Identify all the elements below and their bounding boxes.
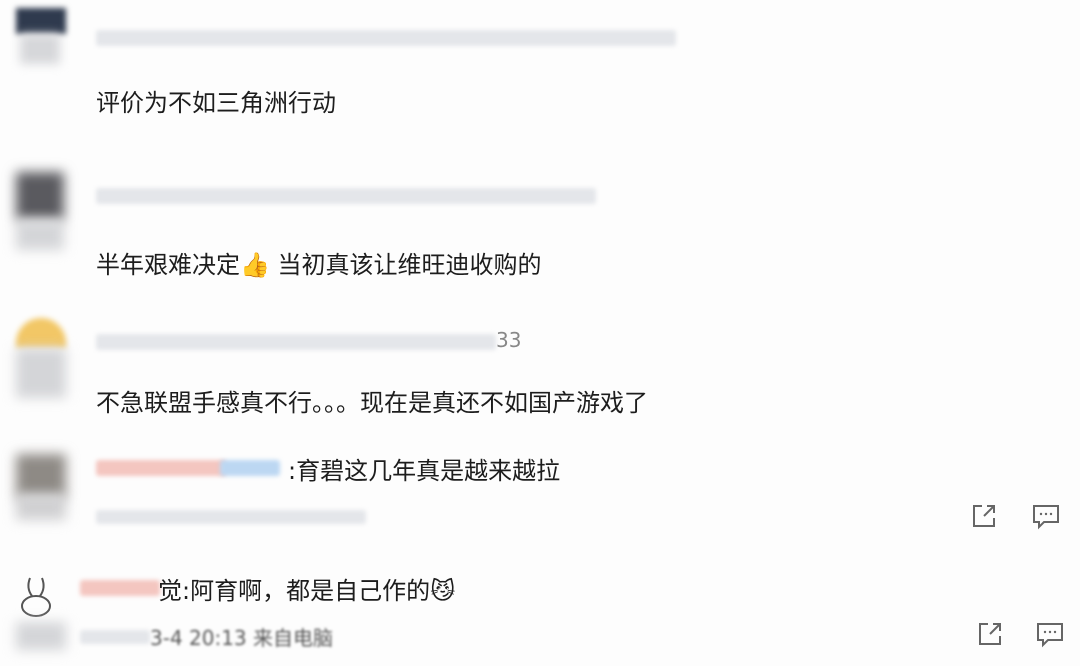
meta-blurred bbox=[96, 510, 366, 524]
avatar[interactable] bbox=[16, 454, 66, 520]
avatar[interactable] bbox=[16, 172, 66, 250]
share-icon[interactable] bbox=[968, 500, 1000, 532]
comment-text: 不急联盟手感真不行。。。现在是真还不如国产游戏了 bbox=[96, 389, 648, 417]
username-blurred[interactable] bbox=[80, 580, 160, 596]
comment-text: 评价为不如三角洲行动 bbox=[96, 89, 336, 117]
comment-meta: 3-4 20:13 来自电脑 bbox=[150, 626, 334, 650]
comment-icon[interactable] bbox=[1034, 618, 1066, 650]
cat-face-icon: 😼 bbox=[430, 577, 456, 605]
comment-text: :育碧这几年真是越来越拉 bbox=[288, 457, 561, 485]
username-blurred[interactable] bbox=[96, 30, 676, 46]
comment-text-part: 半年艰难决定 bbox=[96, 251, 240, 279]
comment-text-part: 觉:阿育啊，都是自己作的 bbox=[158, 577, 431, 605]
comment-1: 评价为不如三角洲行动 bbox=[0, 0, 1080, 160]
avatar[interactable] bbox=[16, 572, 66, 650]
username-blurred[interactable] bbox=[96, 188, 596, 204]
username-blurred[interactable] bbox=[220, 460, 280, 476]
comment-icon[interactable] bbox=[1030, 500, 1062, 532]
thumbs-up-icon: 👍 bbox=[240, 251, 270, 279]
meta-blurred bbox=[80, 630, 150, 644]
comment-text: 觉:阿育啊，都是自己作的😼 bbox=[158, 576, 455, 606]
avatar[interactable] bbox=[16, 8, 66, 64]
username-blurred[interactable] bbox=[96, 334, 496, 350]
comment-5: 觉:阿育啊，都是自己作的😼 3-4 20:13 来自电脑 bbox=[0, 560, 1080, 666]
comment-text-part: 当初真该让维旺迪收购的 bbox=[269, 251, 542, 279]
avatar[interactable] bbox=[16, 318, 66, 398]
share-icon[interactable] bbox=[974, 618, 1006, 650]
comment-3: 33 不急联盟手感真不行。。。现在是真还不如国产游戏了 bbox=[0, 310, 1080, 440]
username-blurred[interactable] bbox=[96, 460, 226, 476]
username-suffix: 33 bbox=[496, 328, 522, 352]
bunny-avatar-icon bbox=[21, 577, 51, 617]
comment-2: 半年艰难决定👍 当初真该让维旺迪收购的 bbox=[0, 160, 1080, 310]
comment-4: :育碧这几年真是越来越拉 bbox=[0, 440, 1080, 560]
comment-text: 半年艰难决定👍 当初真该让维旺迪收购的 bbox=[96, 250, 542, 280]
